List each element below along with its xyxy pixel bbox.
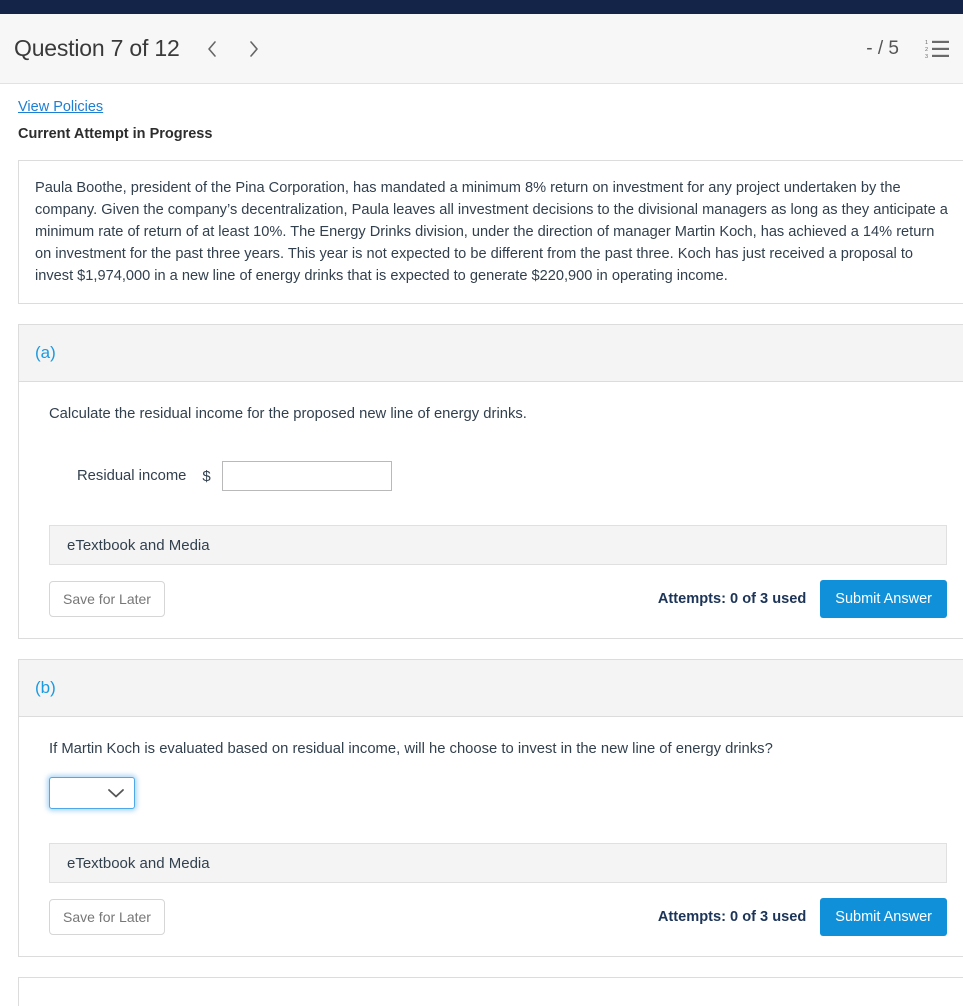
view-policies-link[interactable]: View Policies bbox=[18, 99, 103, 115]
residual-income-label: Residual income bbox=[77, 468, 187, 484]
svg-text:3: 3 bbox=[925, 54, 928, 60]
chevron-left-icon bbox=[207, 40, 216, 57]
question-navigation bbox=[202, 35, 264, 63]
residual-income-row: Residual income $ bbox=[77, 461, 947, 491]
part-b-answer-select[interactable] bbox=[49, 777, 135, 809]
part-b-actions: Save for Later Attempts: 0 of 3 used Sub… bbox=[49, 898, 947, 936]
problem-statement-panel: Paula Boothe, president of the Pina Corp… bbox=[18, 160, 963, 304]
etextbook-and-media-bar-b[interactable]: eTextbook and Media bbox=[49, 843, 947, 883]
chevron-right-icon bbox=[249, 40, 258, 57]
save-for-later-button-b[interactable]: Save for Later bbox=[49, 899, 165, 935]
svg-text:2: 2 bbox=[925, 47, 928, 53]
part-a-label: (a) bbox=[35, 343, 56, 362]
part-a-header: (a) bbox=[19, 325, 963, 382]
submit-answer-button-a[interactable]: Submit Answer bbox=[820, 580, 947, 618]
attempts-counter-b: Attempts: 0 of 3 used bbox=[657, 909, 807, 925]
attempt-status: Current Attempt in Progress bbox=[0, 116, 963, 142]
part-a-body: Calculate the residual income for the pr… bbox=[19, 382, 963, 638]
part-b-header: (b) bbox=[19, 660, 963, 717]
part-b-prompt: If Martin Koch is evaluated based on res… bbox=[49, 741, 773, 757]
next-question-button[interactable] bbox=[244, 35, 264, 63]
residual-income-input[interactable] bbox=[221, 461, 392, 491]
attempts-counter-a: Attempts: 0 of 3 used bbox=[657, 591, 807, 607]
numbered-list-icon[interactable]: 1 2 3 bbox=[925, 38, 949, 60]
svg-text:1: 1 bbox=[925, 40, 928, 46]
bottom-panel bbox=[18, 977, 963, 1006]
chevron-down-icon bbox=[108, 789, 124, 798]
page-title: Question 7 of 12 bbox=[14, 35, 180, 61]
top-navigation-bar bbox=[0, 0, 963, 14]
panels-wrapper: Paula Boothe, president of the Pina Corp… bbox=[0, 160, 963, 1006]
etextbook-and-media-bar-a[interactable]: eTextbook and Media bbox=[49, 525, 947, 565]
part-b-label: (b) bbox=[35, 678, 56, 697]
previous-question-button[interactable] bbox=[202, 35, 222, 63]
part-a-actions: Save for Later Attempts: 0 of 3 used Sub… bbox=[49, 580, 947, 618]
currency-symbol: $ bbox=[202, 467, 211, 485]
question-header: Question 7 of 12 - / 5 1 2 3 bbox=[0, 14, 963, 84]
question-content: View Policies Current Attempt in Progres… bbox=[0, 84, 963, 1006]
save-for-later-button-a[interactable]: Save for Later bbox=[49, 581, 165, 617]
part-a-prompt: Calculate the residual income for the pr… bbox=[49, 406, 527, 422]
part-b-section: (b) If Martin Koch is evaluated based on… bbox=[18, 659, 963, 957]
part-a-section: (a) Calculate the residual income for th… bbox=[18, 324, 963, 639]
part-b-body: If Martin Koch is evaluated based on res… bbox=[19, 717, 963, 956]
header-right-group: - / 5 1 2 3 bbox=[866, 38, 949, 60]
submit-answer-button-b[interactable]: Submit Answer bbox=[820, 898, 947, 936]
problem-statement-text: Paula Boothe, president of the Pina Corp… bbox=[35, 180, 952, 284]
policies-row: View Policies bbox=[0, 84, 963, 116]
score-display: - / 5 bbox=[866, 37, 899, 59]
